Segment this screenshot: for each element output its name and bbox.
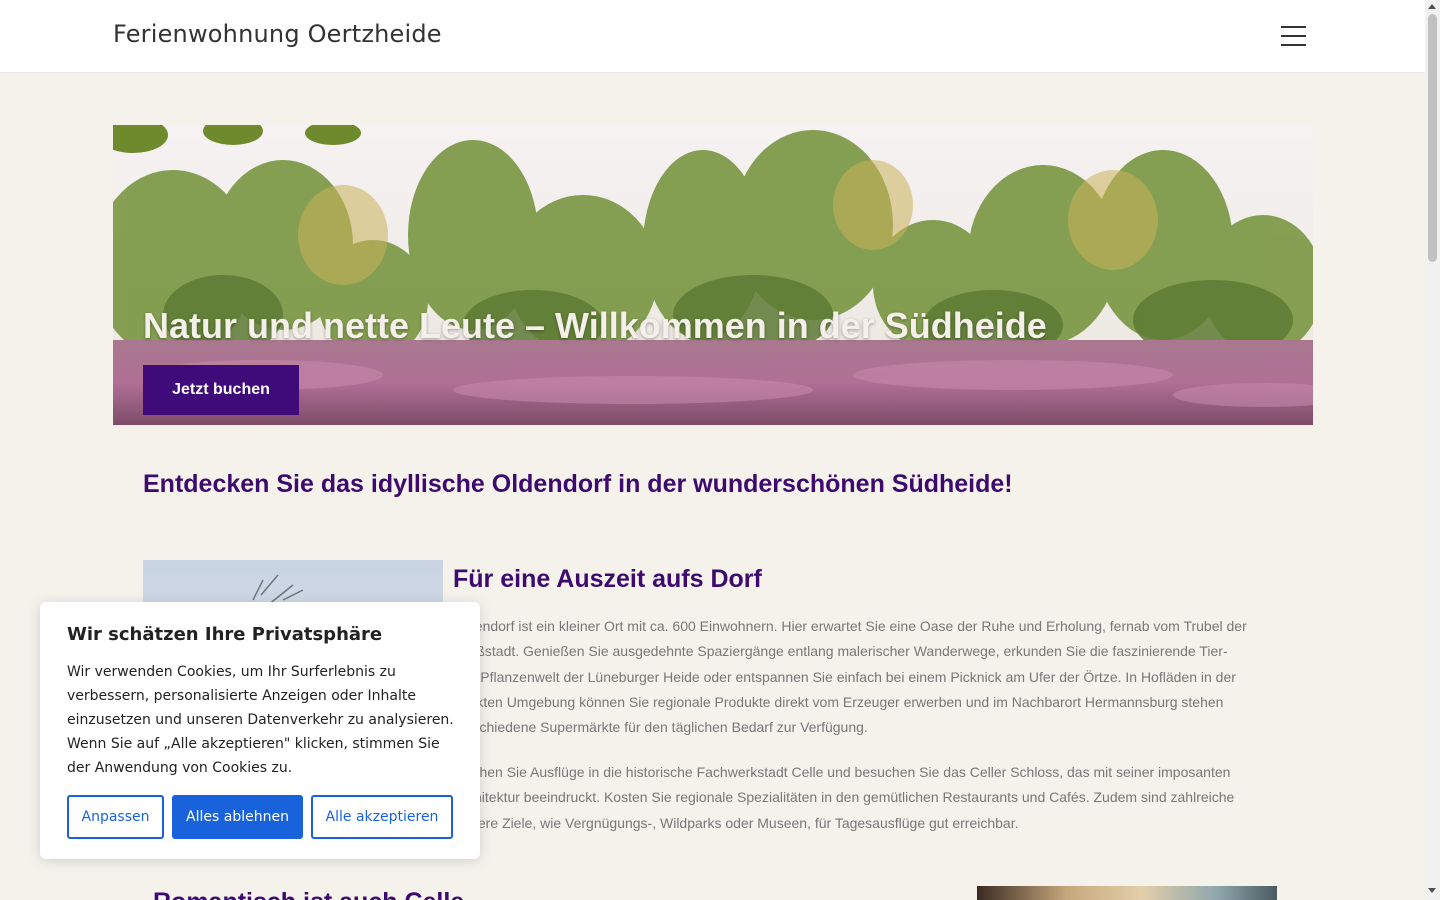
hero-title: Natur und nette Leute – Willkommen in de… xyxy=(143,305,1047,346)
accept-all-button[interactable]: Alle akzeptieren xyxy=(311,795,453,839)
section-heading: Entdecken Sie das idyllische Oldendorf i… xyxy=(143,470,1013,498)
hamburger-menu-icon[interactable] xyxy=(1281,26,1306,46)
hero-banner: Natur und nette Leute – Willkommen in de… xyxy=(113,125,1313,425)
reject-all-button[interactable]: Alles ablehnen xyxy=(172,795,303,839)
cookie-text: Wir verwenden Cookies, um Ihr Surferlebn… xyxy=(67,664,454,776)
site-header: Ferienwohnung Oertzheide xyxy=(0,0,1425,73)
page-scrollbar[interactable] xyxy=(1425,0,1440,900)
excursions-paragraph: Machen Sie Ausflüge in die historische F… xyxy=(453,764,1235,831)
book-now-button[interactable]: Jetzt buchen xyxy=(143,365,299,415)
sub-heading: Für eine Auszeit aufs Dorf xyxy=(453,565,762,593)
scroll-up-icon[interactable] xyxy=(1428,4,1436,9)
scroll-thumb[interactable] xyxy=(1428,14,1437,262)
site-title[interactable]: Ferienwohnung Oertzheide xyxy=(113,20,442,48)
scroll-down-icon[interactable] xyxy=(1428,888,1436,893)
cookie-consent-banner: Wir schätzen Ihre Privatsphäre Wir verwe… xyxy=(40,602,480,859)
customize-button[interactable]: Anpassen xyxy=(67,795,164,839)
celle-heading: Romantisch ist auch Celle xyxy=(153,888,464,900)
intro-paragraph: Oldendorf ist ein kleiner Ort mit ca. 60… xyxy=(453,618,1247,736)
cookie-title: Wir schätzen Ihre Privatsphäre xyxy=(67,624,383,645)
celle-image xyxy=(977,886,1277,900)
